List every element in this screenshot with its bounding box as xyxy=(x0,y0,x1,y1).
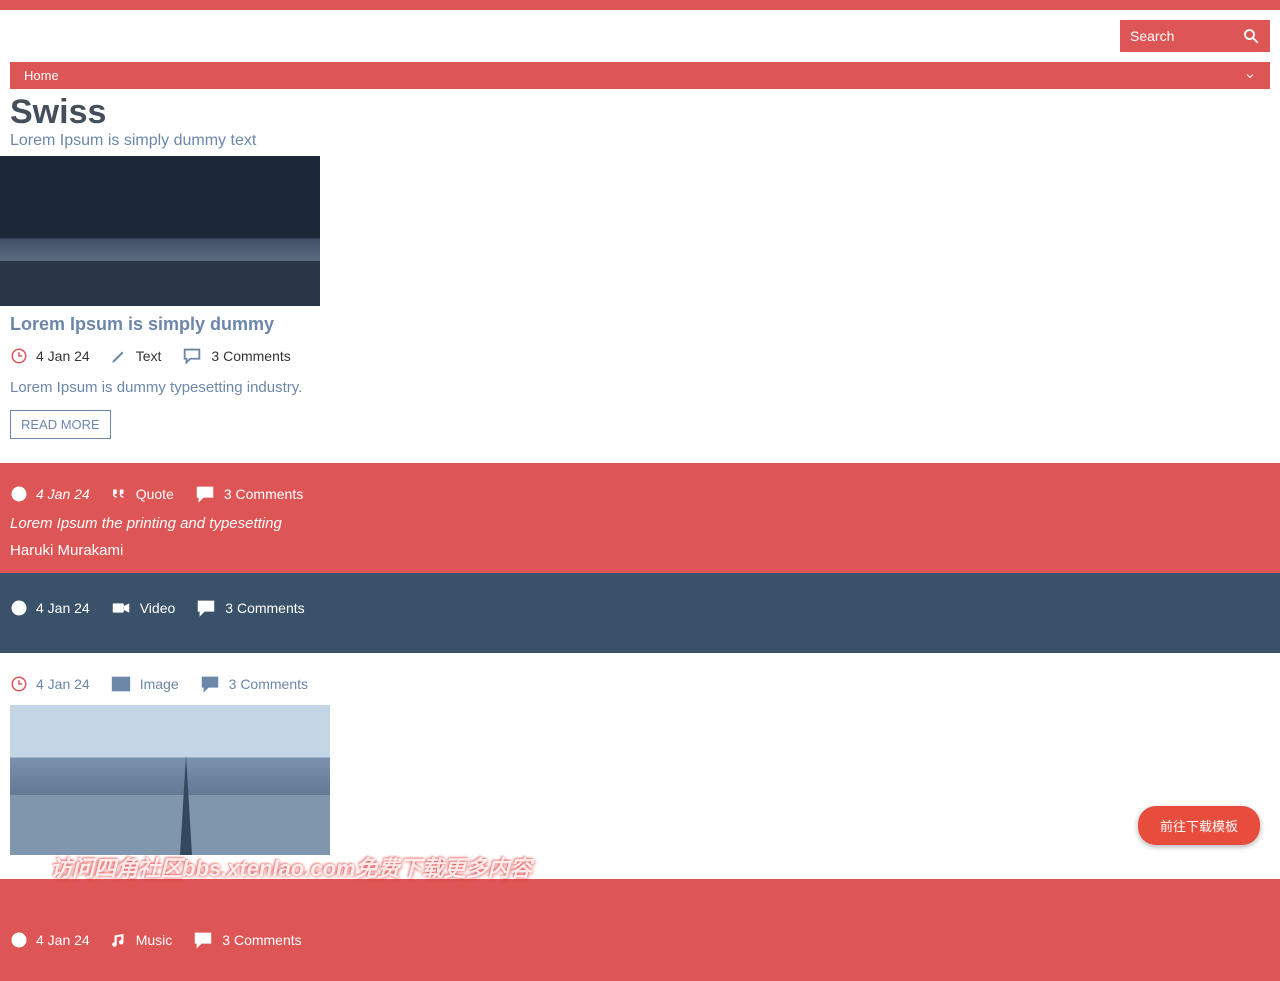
nav-bar: Home xyxy=(10,62,1270,89)
post4-image: 4 Jan 24 Image 3 Comments xyxy=(0,653,1280,869)
post3-video: 4 Jan 24 Video 3 Comments xyxy=(0,573,1280,653)
comment-icon xyxy=(194,483,216,505)
post4-type: Image xyxy=(140,676,179,692)
post2-comments[interactable]: 3 Comments xyxy=(224,486,303,502)
post5-meta: 4 Jan 24 Music 3 Comments xyxy=(10,929,1270,951)
post5-date: 4 Jan 24 xyxy=(36,932,90,948)
nav-home[interactable]: Home xyxy=(24,68,59,83)
image-icon xyxy=(110,673,132,695)
post3-meta: 4 Jan 24 Video 3 Comments xyxy=(10,597,1270,619)
read-more-button[interactable]: READ MORE xyxy=(10,410,111,439)
comment-icon xyxy=(181,345,203,367)
post2-meta: 4 Jan 24 Quote 3 Comments xyxy=(10,483,1270,505)
post2-date: 4 Jan 24 xyxy=(36,486,90,502)
search-wrap xyxy=(1120,20,1270,52)
post4-image-content xyxy=(10,705,330,855)
post3-type: Video xyxy=(140,600,176,616)
post2-quote-text: Lorem Ipsum the printing and typesetting xyxy=(10,515,1270,532)
post1-comments[interactable]: 3 Comments xyxy=(211,348,290,364)
music-icon xyxy=(110,931,128,949)
post4-date: 4 Jan 24 xyxy=(36,676,90,692)
post1: Lorem Ipsum is simply dummy 4 Jan 24 Tex… xyxy=(0,314,1280,439)
post3-comments[interactable]: 3 Comments xyxy=(225,600,304,616)
post5-comments[interactable]: 3 Comments xyxy=(222,932,301,948)
video-icon xyxy=(110,597,132,619)
quote-icon xyxy=(110,485,128,503)
top-accent-bar xyxy=(0,0,1280,10)
post1-date: 4 Jan 24 xyxy=(36,348,90,364)
post5-type: Music xyxy=(136,932,173,948)
post1-meta: 4 Jan 24 Text 3 Comments xyxy=(10,345,1270,367)
post4-comments[interactable]: 3 Comments xyxy=(229,676,308,692)
main-content: Swiss Lorem Ipsum is simply dummy text xyxy=(0,93,1280,150)
comment-icon xyxy=(195,597,217,619)
post1-hero-image xyxy=(0,156,320,306)
comment-icon xyxy=(192,929,214,951)
post2-quote: 4 Jan 24 Quote 3 Comments Lorem Ipsum th… xyxy=(0,463,1280,573)
clock-icon xyxy=(10,931,28,949)
header xyxy=(0,10,1280,62)
pencil-icon xyxy=(110,347,128,365)
post2-author: Haruki Murakami xyxy=(10,542,1270,559)
site-title: Swiss xyxy=(10,93,1270,132)
post4-meta: 4 Jan 24 Image 3 Comments xyxy=(10,673,1270,695)
chevron-down-icon[interactable] xyxy=(1244,70,1256,82)
download-template-button[interactable]: 前往下载模板 xyxy=(1138,806,1260,845)
post5-music: 4 Jan 24 Music 3 Comments xyxy=(0,879,1280,981)
clock-icon xyxy=(10,675,28,693)
post1-type: Text xyxy=(136,348,162,364)
post1-title[interactable]: Lorem Ipsum is simply dummy xyxy=(10,314,1270,335)
comment-icon xyxy=(199,673,221,695)
search-icon[interactable] xyxy=(1242,27,1260,45)
clock-icon xyxy=(10,599,28,617)
clock-icon xyxy=(10,347,28,365)
site-subtitle: Lorem Ipsum is simply dummy text xyxy=(10,132,1270,150)
clock-icon xyxy=(10,485,28,503)
post1-excerpt: Lorem Ipsum is dummy typesetting industr… xyxy=(10,379,1270,396)
post2-type: Quote xyxy=(136,486,174,502)
post3-date: 4 Jan 24 xyxy=(36,600,90,616)
